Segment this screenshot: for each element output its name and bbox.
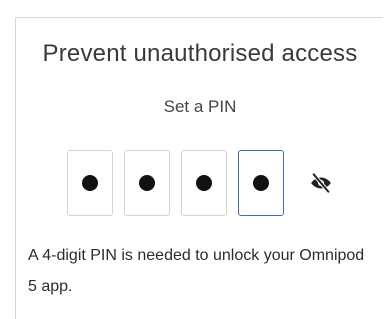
masked-digit-dot xyxy=(82,175,98,191)
eye-off-icon[interactable] xyxy=(307,169,335,197)
masked-digit-dot xyxy=(253,175,269,191)
pin-digit-1[interactable] xyxy=(67,150,113,216)
masked-digit-dot xyxy=(196,175,212,191)
pin-digit-4[interactable] xyxy=(238,150,284,216)
pin-input-row xyxy=(67,150,335,216)
pin-setup-card: Prevent unauthorised access Set a PIN A … xyxy=(15,17,383,319)
set-pin-subtitle: Set a PIN xyxy=(163,97,237,116)
masked-digit-dot xyxy=(139,175,155,191)
pin-digit-3[interactable] xyxy=(181,150,227,216)
pin-digit-2[interactable] xyxy=(124,150,170,216)
page-title: Prevent unauthorised access xyxy=(42,40,358,67)
pin-description: A 4-digit PIN is needed to unlock your O… xyxy=(28,247,365,295)
